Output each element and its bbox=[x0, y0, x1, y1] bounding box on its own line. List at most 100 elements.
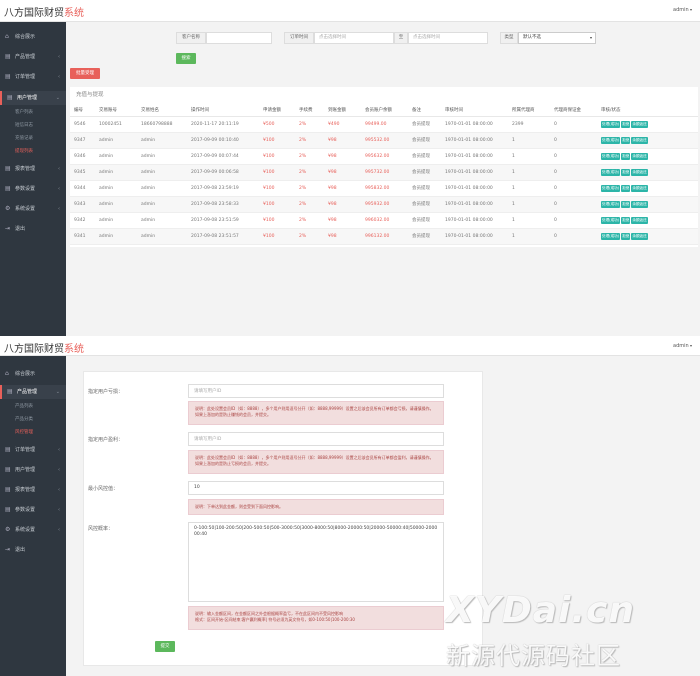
min-risk-input[interactable]: 10 bbox=[188, 481, 444, 495]
reject-button[interactable]: 拒绝 bbox=[621, 152, 631, 160]
table-row: 9344 admin admin 2017-09-08 23:59:19 ¥100 2% ¥… bbox=[70, 180, 698, 197]
table-cell: 9346 bbox=[70, 148, 95, 165]
list-icon: ▤ bbox=[5, 506, 11, 513]
table-cell: admin bbox=[95, 212, 137, 229]
loss-users-input[interactable]: 请填写用户ID bbox=[188, 384, 444, 398]
reject-button[interactable]: 拒绝 bbox=[621, 232, 631, 240]
refund-button[interactable]: 余额返还 bbox=[631, 152, 648, 160]
sidebar-item-products[interactable]: ▤ 产品管理 ‹ bbox=[0, 50, 66, 64]
approve-button[interactable]: 处理(成功) bbox=[601, 136, 621, 144]
customer-input[interactable] bbox=[206, 32, 272, 44]
sidebar-sub-recharge[interactable]: 充值记录 bbox=[15, 135, 33, 141]
win-users-input[interactable]: 请填写用户ID bbox=[188, 432, 444, 446]
table-row: 9341 admin admin 2017-09-08 23:51:57 ¥100 2% ¥… bbox=[70, 228, 698, 245]
table-cell: 2% bbox=[295, 196, 324, 213]
reject-button[interactable]: 拒绝 bbox=[621, 136, 631, 144]
table-cell: ¥98 bbox=[324, 180, 361, 197]
table-cell: 9341 bbox=[70, 228, 95, 245]
approve-button[interactable]: 处理(成功) bbox=[601, 120, 621, 128]
withdraw-table: 编号 交易账号 交易姓名 操作时间 申请金额 手续费 到账金额 会员账户余额 备注 审核时间 所属代… bbox=[70, 105, 698, 245]
approve-button[interactable]: 处理(成功) bbox=[601, 184, 621, 192]
win-users-note: 说明：此处设置会员ID（如：8888），多个用户则用逗号分开（如：8888,99… bbox=[188, 450, 444, 474]
table-cell: 9546 bbox=[70, 116, 95, 133]
sidebar-item-system[interactable]: ⚙ 系统设置 ‹ bbox=[0, 202, 66, 216]
refund-button[interactable]: 余额返还 bbox=[631, 200, 648, 208]
end-time-input[interactable]: 点击选择时间 bbox=[408, 32, 488, 44]
brand-logo[interactable]: 八方国际财贸系统 bbox=[4, 4, 84, 19]
user-menu-2[interactable]: admin bbox=[673, 343, 692, 349]
approve-button[interactable]: 处理(成功) bbox=[601, 232, 621, 240]
row-actions: 处理(成功) 拒绝 余额返还 bbox=[597, 180, 698, 197]
reject-button[interactable]: 拒绝 bbox=[621, 120, 631, 128]
batch-accept-button[interactable]: 批量受理 bbox=[70, 68, 100, 79]
sidebar-item-reports[interactable]: ▤ 报表管理 ‹ bbox=[0, 162, 66, 176]
table-cell: ¥98 bbox=[324, 132, 361, 149]
refund-button[interactable]: 余额返还 bbox=[631, 232, 648, 240]
sidebar-item-system[interactable]: ⚙ 系统设置 ‹ bbox=[0, 523, 66, 537]
table-header: 编号 交易账号 交易姓名 操作时间 申请金额 手续费 到账金额 会员账户余额 备注 审核时间 所属代… bbox=[70, 105, 698, 117]
column-header: 交易姓名 bbox=[137, 105, 187, 117]
sidebar-sub-product-list[interactable]: 产品列表 bbox=[15, 403, 33, 409]
table-cell: 0 bbox=[550, 148, 597, 165]
approve-button[interactable]: 处理(成功) bbox=[601, 168, 621, 176]
type-select[interactable]: 默认不选 bbox=[518, 32, 596, 44]
sidebar-item-logout[interactable]: ⇥ 退出 bbox=[0, 222, 66, 236]
refund-button[interactable]: 余额返还 bbox=[631, 216, 648, 224]
sidebar-sub-risk-control[interactable]: 风控管理 bbox=[15, 429, 33, 435]
table-cell: 995832.00 bbox=[361, 180, 408, 197]
start-time-input[interactable]: 点击选择时间 bbox=[314, 32, 394, 44]
approve-button[interactable]: 处理(成功) bbox=[601, 216, 621, 224]
table-cell: admin bbox=[137, 180, 187, 197]
sidebar-item-products[interactable]: ▤ 产品管理 ⌄ bbox=[0, 385, 66, 399]
chevron-down-icon: ⌄ bbox=[55, 95, 60, 101]
reject-button[interactable]: 拒绝 bbox=[621, 184, 631, 192]
reject-button[interactable]: 拒绝 bbox=[621, 168, 631, 176]
table-cell: admin bbox=[137, 132, 187, 149]
reject-button[interactable]: 拒绝 bbox=[621, 216, 631, 224]
sidebar-item-orders[interactable]: ▤ 订单管理 ‹ bbox=[0, 443, 66, 457]
sidebar-item-logout[interactable]: ⇥ 退出 bbox=[0, 543, 66, 557]
sidebar-sub-sms-log[interactable]: 短信日志 bbox=[15, 122, 33, 128]
sidebar-item-overview[interactable]: ⌂ 综合展示 bbox=[0, 30, 66, 44]
table-cell: ¥98 bbox=[324, 212, 361, 229]
logout-icon: ⇥ bbox=[5, 225, 11, 232]
list-icon: ▤ bbox=[5, 185, 11, 192]
screen-withdraw-list: 八方国际财贸系统 admin ⌂综合展示 ▤产品管理‹ ▤订单管理‹ ▤用户管理… bbox=[0, 0, 700, 336]
refund-button[interactable]: 余额返还 bbox=[631, 120, 648, 128]
brand-logo-2[interactable]: 八方国际财贸系统 bbox=[4, 340, 84, 355]
user-menu[interactable]: admin bbox=[673, 7, 692, 13]
sidebar-item-orders[interactable]: ▤ 订单管理 ‹ bbox=[0, 70, 66, 84]
sidebar-item-params[interactable]: ▤ 参数设置 ‹ bbox=[0, 503, 66, 517]
chevron-left-icon: ‹ bbox=[58, 74, 60, 80]
refund-button[interactable]: 余额返还 bbox=[631, 136, 648, 144]
table-cell: ¥100 bbox=[259, 180, 295, 197]
sidebar-item-params[interactable]: ▤ 参数设置 ‹ bbox=[0, 182, 66, 196]
list-icon: ▤ bbox=[5, 466, 11, 473]
sidebar-item-overview[interactable]: ⌂ 综合展示 bbox=[0, 367, 66, 381]
sidebar-item-users[interactable]: ▤ 用户管理 ⌄ bbox=[0, 91, 66, 105]
table-cell: admin bbox=[137, 196, 187, 213]
sidebar-sub-product-category[interactable]: 产品分类 bbox=[15, 416, 33, 422]
reject-button[interactable]: 拒绝 bbox=[621, 200, 631, 208]
sidebar-sub-withdraw[interactable]: 提现列表 bbox=[15, 148, 33, 154]
row-actions: 处理(成功) 拒绝 余额返还 bbox=[597, 132, 698, 149]
order-time-label: 订单时间 bbox=[284, 32, 314, 44]
approve-button[interactable]: 处理(成功) bbox=[601, 200, 621, 208]
sidebar-sub-customers[interactable]: 客户列表 bbox=[15, 109, 33, 115]
search-button[interactable]: 搜索 bbox=[176, 53, 196, 64]
risk-prob-note: 说明：输入金额区间，在金额区间之外会根据概率盈亏，不在此区间内不受风控影响 格式… bbox=[188, 606, 444, 630]
submit-button[interactable]: 提交 bbox=[155, 641, 175, 652]
sidebar-item-reports[interactable]: ▤ 报表管理 ‹ bbox=[0, 483, 66, 497]
refund-button[interactable]: 余额返还 bbox=[631, 184, 648, 192]
chevron-down-icon: ⌄ bbox=[55, 389, 60, 395]
table-cell: ¥100 bbox=[259, 228, 295, 245]
home-icon: ⌂ bbox=[5, 370, 9, 377]
table-cell: 1970-01-01 08:00:00 bbox=[441, 164, 508, 181]
sidebar-item-users[interactable]: ▤ 用户管理 ‹ bbox=[0, 463, 66, 477]
risk-prob-textarea[interactable]: 0-100:50|100-200:50|200-500:50|500-3000:… bbox=[188, 522, 444, 602]
approve-button[interactable]: 处理(成功) bbox=[601, 152, 621, 160]
table-cell: ¥100 bbox=[259, 132, 295, 149]
refund-button[interactable]: 余额返还 bbox=[631, 168, 648, 176]
table-cell: 996032.00 bbox=[361, 212, 408, 229]
column-header: 手续费 bbox=[295, 105, 324, 117]
